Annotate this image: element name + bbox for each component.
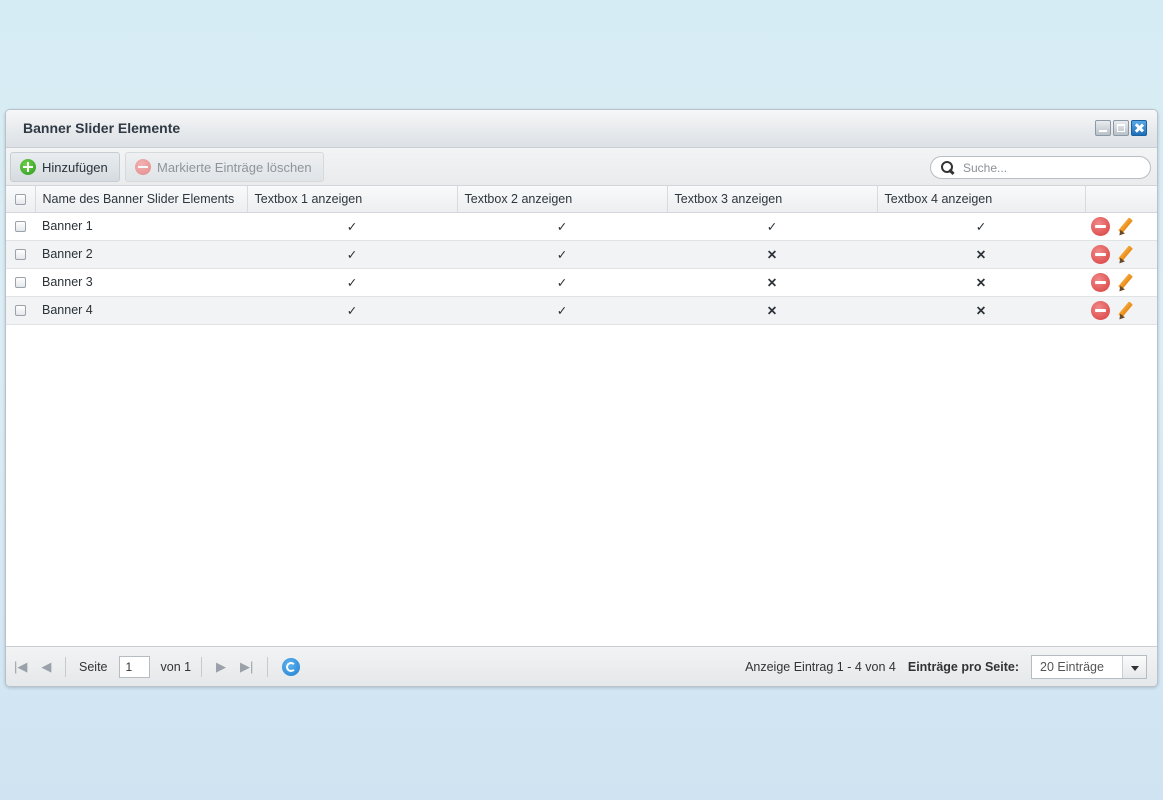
select-all-header	[6, 186, 36, 213]
textbox4-status-icon: ✕	[877, 268, 1085, 297]
per-page-value: 20 Einträge	[1040, 660, 1104, 674]
textbox2-status-icon: ✓	[457, 296, 667, 325]
column-header-textbox3[interactable]: Textbox 3 anzeigen	[667, 186, 878, 213]
delete-icon[interactable]	[1091, 272, 1110, 292]
row-select-cell	[6, 240, 35, 269]
pagination-bar: |◀ ◀ Seite von 1 ▶ ▶| Anzeige Eintrag 1 …	[6, 646, 1157, 686]
page-controls: Seite von 1	[79, 647, 192, 686]
textbox4-status-icon: ✕	[877, 240, 1085, 269]
banner-table: Name des Banner Slider Elements Textbox …	[6, 186, 1157, 325]
page-label: Seite	[79, 660, 108, 674]
row-checkbox[interactable]	[15, 249, 26, 261]
edit-pencil-icon[interactable]	[1116, 301, 1135, 320]
search-input[interactable]	[961, 159, 1131, 176]
chevron-down-icon[interactable]	[1122, 656, 1146, 678]
pager-nav-left: |◀ ◀	[14, 647, 67, 686]
textbox3-status-icon: ✕	[667, 296, 877, 325]
search-box[interactable]	[930, 156, 1151, 179]
add-button[interactable]: Hinzufügen	[10, 152, 120, 182]
pager-separator	[65, 657, 67, 677]
textbox1-status-icon: ✓	[247, 296, 457, 325]
pager-separator	[201, 657, 202, 677]
row-select-cell	[6, 212, 35, 241]
textbox3-status-icon: ✕	[667, 240, 877, 269]
next-page-icon[interactable]: ▶	[216, 659, 226, 675]
row-actions	[1085, 212, 1157, 241]
textbox4-status-icon: ✓	[877, 212, 1085, 241]
column-header-textbox1[interactable]: Textbox 1 anzeigen	[247, 186, 458, 213]
window-title: Banner Slider Elemente	[23, 120, 181, 136]
last-page-icon[interactable]: ▶|	[240, 659, 253, 675]
row-actions	[1085, 240, 1157, 269]
add-icon	[20, 159, 36, 175]
edit-pencil-icon[interactable]	[1116, 217, 1135, 236]
prev-page-icon[interactable]: ◀	[41, 659, 51, 675]
display-info: Anzeige Eintrag 1 - 4 von 4	[745, 660, 896, 674]
edit-pencil-icon[interactable]	[1116, 273, 1135, 292]
table-row[interactable]: Banner 2 ✓ ✓ ✕ ✕	[6, 240, 1157, 269]
add-button-label: Hinzufügen	[42, 159, 108, 175]
column-header-actions	[1085, 186, 1157, 213]
close-icon[interactable]	[1131, 120, 1147, 136]
maximize-icon[interactable]	[1113, 120, 1129, 136]
window-titlebar[interactable]: Banner Slider Elemente	[6, 110, 1157, 148]
delete-icon[interactable]	[1091, 216, 1110, 236]
textbox2-status-icon: ✓	[457, 268, 667, 297]
minimize-icon[interactable]	[1095, 120, 1111, 136]
table-row[interactable]: Banner 4 ✓ ✓ ✕ ✕	[6, 296, 1157, 325]
textbox1-status-icon: ✓	[247, 268, 457, 297]
select-all-checkbox[interactable]	[14, 193, 26, 205]
page-of-label: von 1	[160, 660, 192, 674]
row-checkbox[interactable]	[15, 277, 26, 289]
edit-pencil-icon[interactable]	[1116, 245, 1135, 264]
textbox3-status-icon: ✓	[667, 212, 877, 241]
delete-selected-label: Markierte Einträge löschen	[157, 159, 312, 175]
refresh-icon[interactable]	[282, 658, 301, 676]
textbox2-status-icon: ✓	[457, 212, 667, 241]
banner-name: Banner 3	[35, 268, 247, 297]
row-checkbox[interactable]	[15, 221, 26, 233]
delete-icon[interactable]	[1091, 300, 1110, 320]
column-header-name[interactable]: Name des Banner Slider Elements	[35, 186, 248, 213]
pager-info: Anzeige Eintrag 1 - 4 von 4 Einträge pro…	[745, 647, 1147, 686]
textbox1-status-icon: ✓	[247, 240, 457, 269]
banner-name: Banner 4	[35, 296, 247, 325]
table-row[interactable]: Banner 1 ✓ ✓ ✓ ✓	[6, 212, 1157, 241]
textbox1-status-icon: ✓	[247, 212, 457, 241]
banner-name: Banner 1	[35, 212, 247, 241]
remove-icon	[135, 159, 151, 175]
grid-window: Banner Slider Elemente Hinzufügen Markie…	[5, 109, 1158, 687]
search-icon	[941, 161, 954, 174]
table-header-row: Name des Banner Slider Elements Textbox …	[6, 186, 1157, 213]
textbox2-status-icon: ✓	[457, 240, 667, 269]
row-checkbox[interactable]	[15, 305, 26, 317]
per-page-select[interactable]: 20 Einträge	[1031, 655, 1147, 679]
pager-nav-right: ▶ ▶|	[201, 647, 301, 686]
textbox4-status-icon: ✕	[877, 296, 1085, 325]
column-header-textbox2[interactable]: Textbox 2 anzeigen	[457, 186, 668, 213]
textbox3-status-icon: ✕	[667, 268, 877, 297]
table-row[interactable]: Banner 3 ✓ ✓ ✕ ✕	[6, 268, 1157, 297]
row-actions	[1085, 296, 1157, 325]
row-actions	[1085, 268, 1157, 297]
pager-separator	[267, 657, 269, 677]
row-select-cell	[6, 296, 35, 325]
first-page-icon[interactable]: |◀	[14, 659, 27, 675]
row-select-cell	[6, 268, 35, 297]
delete-icon[interactable]	[1091, 244, 1110, 264]
banner-name: Banner 2	[35, 240, 247, 269]
column-header-textbox4[interactable]: Textbox 4 anzeigen	[877, 186, 1086, 213]
window-controls	[1095, 120, 1147, 136]
per-page-label: Einträge pro Seite:	[907, 660, 1019, 674]
toolbar: Hinzufügen Markierte Einträge löschen	[6, 148, 1157, 186]
delete-selected-button[interactable]: Markierte Einträge löschen	[125, 152, 324, 182]
page-number-input[interactable]	[118, 656, 150, 678]
